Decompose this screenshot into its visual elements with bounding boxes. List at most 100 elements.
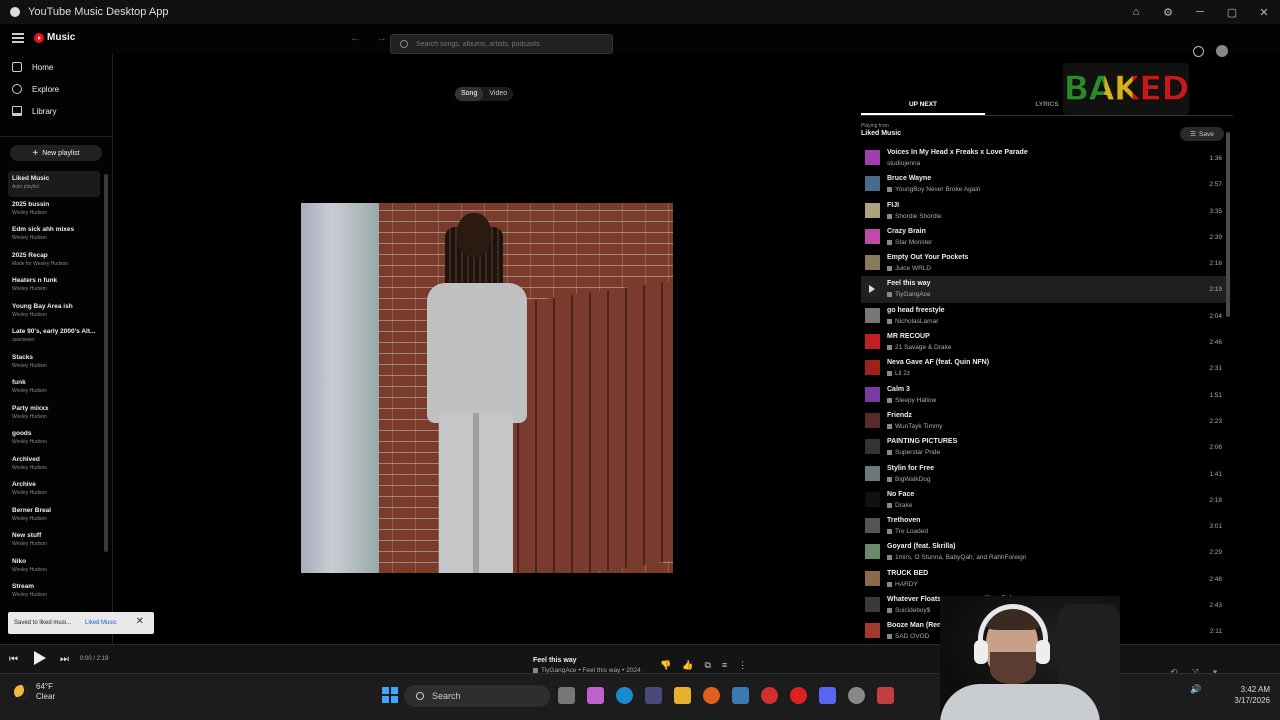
file-explorer-icon[interactable] [674,687,691,704]
queue-item[interactable]: go head freestyle NicholasLamar 2:04 [861,303,1226,329]
pinned-apps [558,687,894,704]
back-arrow-icon[interactable]: ← [350,32,361,44]
history-icon[interactable] [1193,45,1204,57]
queue-item[interactable]: Bruce Wayne YoungBoy Never Broke Again 2:5… [861,171,1226,197]
queue-item[interactable]: Trethoven Tre Loaded 3:01 [861,513,1226,539]
sidebar-playlist-item[interactable]: funk Wesley Hudson [0,375,112,401]
youtube-music-logo[interactable]: Music [34,32,75,43]
sidebar-item-home[interactable]: Home [0,56,112,78]
queue-item[interactable]: Feel this way TiyGangAce 2:19 [861,276,1226,303]
toast-link[interactable]: Liked Music [85,620,117,626]
queue-item[interactable]: Crazy Brain Star Monster 2:39 [861,224,1226,250]
queue-icon[interactable]: ≡ [722,660,727,671]
previous-icon[interactable]: ⏮ [9,654,18,665]
track-title: go head freestyle [887,306,945,314]
dislike-icon[interactable]: 👎 [660,660,671,671]
sidebar-item-explore[interactable]: Explore [0,78,112,100]
video-toggle[interactable]: Video [483,87,513,101]
queue-item[interactable]: PAINTING PICTURES Superstar Pride 2:06 [861,434,1226,460]
sidebar-playlist-item[interactable]: 2025 bussin Wesley Hudson [0,197,112,223]
tab-up-next[interactable]: UP NEXT [861,92,985,115]
queue-item[interactable]: TRUCK BED HARDY 2:48 [861,566,1226,592]
queue-item[interactable]: Stylin for Free BigWalkDog 1:41 [861,461,1226,487]
copilot-icon[interactable] [587,687,604,704]
search-bar[interactable] [390,34,613,54]
save-button[interactable]: ☰ Save [1180,127,1224,141]
sidebar-playlist-item[interactable]: Liked Music Auto playlist [8,171,100,197]
sidebar-playlist-item[interactable]: Archive Wesley Hudson [0,477,112,503]
youtube-music-icon[interactable] [790,687,807,704]
sidebar-playlist-item[interactable]: 2025 Recap Made for Wesley Hudson [0,248,112,274]
sidebar-playlist-item[interactable]: Young Bay Area ish Wesley Hudson [0,299,112,325]
queue-item[interactable]: Calm 3 Sleepy Hallow 1:51 [861,382,1226,408]
home-icon[interactable]: ⌂ [1120,6,1152,18]
queue-item[interactable]: Friendz WunTayk Timmy 2:23 [861,408,1226,434]
start-button[interactable] [382,687,398,703]
queue-item[interactable]: Goyard (feat. Skrilla) 1mirs, O Stunna, B… [861,539,1226,565]
sidebar-playlist-item[interactable]: Niko Wesley Hudson [0,554,112,580]
play-button[interactable] [34,651,46,665]
queue-item[interactable]: FIJI Shordie Shordie 3:35 [861,198,1226,224]
recorder-icon[interactable] [877,687,894,704]
sidebar-item-library[interactable]: Library [0,100,112,122]
sidebar-playlist-item[interactable]: Stream Wesley Hudson [0,579,112,605]
track-thumbnail [865,518,880,534]
sidebar-playlist-item[interactable]: Berner Breal Wesley Hudson [0,503,112,529]
chrome-icon[interactable] [761,687,778,704]
sidebar-scrollbar[interactable] [104,174,108,552]
forward-arrow-icon[interactable]: → [376,32,387,44]
discord-icon[interactable] [819,687,836,704]
explicit-icon [887,239,892,245]
weather-widget[interactable]: 64°F Clear [14,682,55,702]
photos-icon[interactable] [732,687,749,704]
queue-item[interactable]: Voices In My Head x Freaks x Love Parade… [861,145,1226,171]
store-icon[interactable] [645,687,662,704]
track-artist-text: Suicideboy$ [895,607,931,615]
now-playing-title[interactable]: Feel this way [533,657,577,664]
settings-icon[interactable] [848,687,865,704]
sidebar-playlist-item[interactable]: goods Wesley Hudson [0,426,112,452]
close-button[interactable]: ✕ [1248,6,1280,19]
now-playing-thumbnail[interactable] [507,656,525,674]
track-duration: 1:36 [1209,155,1222,162]
track-duration: 3:35 [1209,207,1222,215]
playing-from-playlist[interactable]: Liked Music [861,130,901,137]
sidebar-divider [0,136,112,137]
like-icon[interactable]: 👍 [682,660,693,671]
next-icon[interactable]: ⏭ [60,654,69,665]
sidebar-playlist-item[interactable]: New stuff Wesley Hudson [0,528,112,554]
search-input[interactable] [416,40,596,48]
sidebar-playlist-item[interactable]: Stacks Wesley Hudson [0,350,112,376]
queue-item[interactable]: MR RECOUP 21 Savage & Drake 2:46 [861,329,1226,355]
queue-item[interactable]: Empty Out Your Pockets Juice WRLD 2:16 [861,250,1226,276]
more-icon[interactable]: ⋮ [738,660,747,671]
queue-item[interactable]: Neva Gave AF (feat. Quin NFN) Lil 2z 2:31 [861,355,1226,381]
close-icon[interactable]: ✕ [136,616,144,627]
menu-icon[interactable] [12,33,24,43]
sidebar-playlist-item[interactable]: Edm sick ahh mixes Wesley Hudson [0,222,112,248]
task-view-icon[interactable] [558,687,575,704]
firefox-icon[interactable] [703,687,720,704]
sidebar-playlist-item[interactable]: Party mixxx Wesley Hudson [0,401,112,427]
save-icon[interactable]: ⧉ [704,660,710,671]
edge-icon[interactable] [616,687,633,704]
maximize-button[interactable]: ▢ [1216,6,1248,19]
taskbar-clock[interactable]: 3:42 AM 3/17/2026 [1222,684,1270,706]
volume-icon[interactable]: 🔊 [1190,684,1201,695]
sidebar-playlist-item[interactable]: Archived Wesley Hudson [0,452,112,478]
avatar[interactable] [1216,45,1228,57]
settings-icon[interactable]: ⚙ [1152,6,1184,19]
taskbar-search[interactable]: Search [404,685,550,707]
playlist-name: Berner Breal [12,506,52,514]
new-playlist-button[interactable]: + New playlist [10,145,102,161]
queue-item[interactable]: No Face Drake 2:18 [861,487,1226,513]
track-duration: 2:18 [1209,496,1222,504]
play-icon[interactable] [869,285,875,294]
queue-scrollbar[interactable] [1226,122,1231,642]
playback-time: 0:00 / 2:19 [80,656,109,662]
tab-lyrics[interactable]: LYRICS [985,92,1109,115]
minimize-button[interactable]: ─ [1184,6,1216,18]
sidebar-playlist-item[interactable]: Late 90's, early 2000's Alt... quietwiser [0,324,112,350]
song-toggle[interactable]: Song [455,87,484,101]
sidebar-playlist-item[interactable]: Heaters n funk Wesley Hudson [0,273,112,299]
